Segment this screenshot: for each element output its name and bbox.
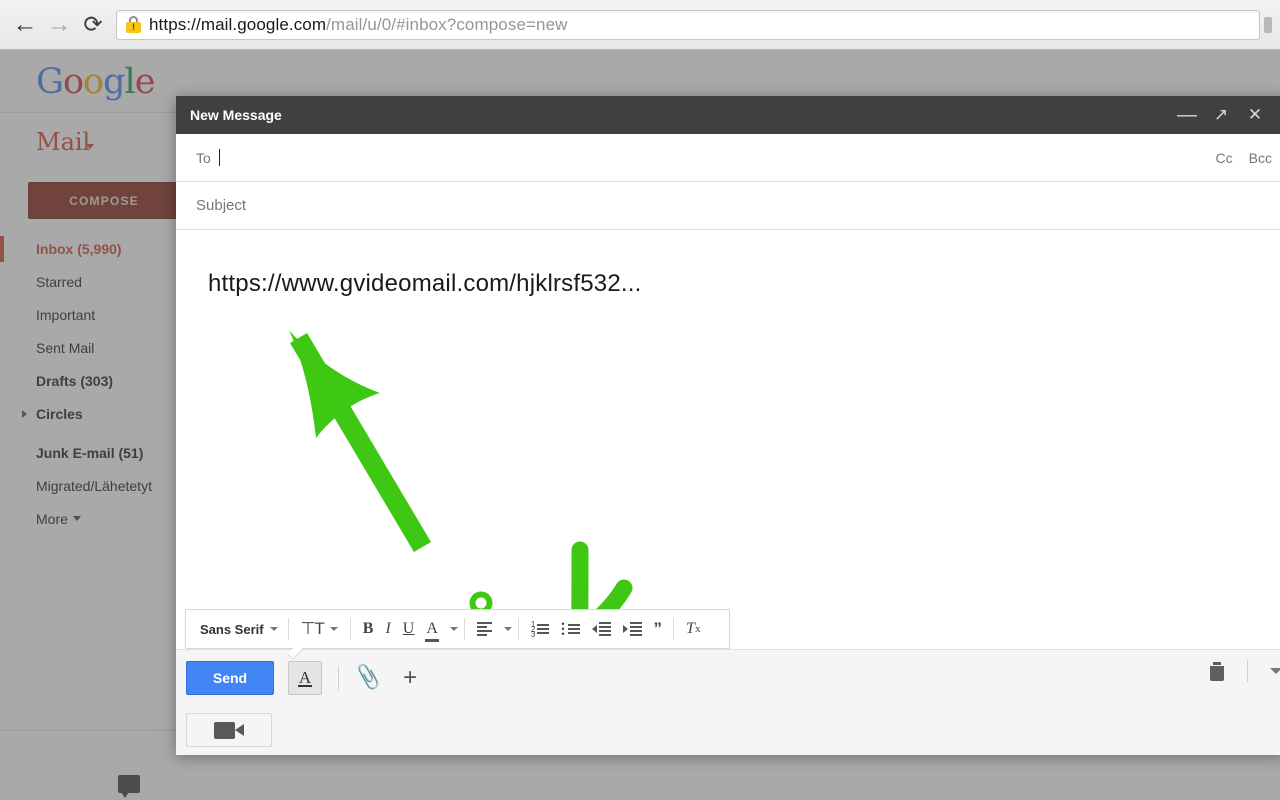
sidebar-item-label: Starred bbox=[36, 273, 82, 290]
divider bbox=[673, 618, 675, 640]
bulleted-list-icon[interactable]: • • • bbox=[555, 615, 585, 643]
body-link-text: https://www.gvideomail.com/hjklrsf532... bbox=[208, 270, 642, 297]
url-scheme: https:// bbox=[149, 14, 201, 34]
divider bbox=[463, 618, 465, 640]
warning-lock-icon: ! bbox=[125, 15, 142, 34]
chevron-down-icon bbox=[269, 627, 278, 631]
video-row bbox=[176, 706, 1280, 754]
chevron-down-icon[interactable] bbox=[86, 144, 94, 149]
cc-button[interactable]: Cc bbox=[1216, 150, 1233, 166]
google-logo[interactable]: Google bbox=[36, 62, 155, 102]
chevron-down-icon[interactable] bbox=[1270, 668, 1280, 674]
sidebar-item-label: Circles bbox=[36, 405, 83, 422]
sidebar-item-label: Sent Mail bbox=[36, 339, 95, 356]
text-color-button[interactable]: A bbox=[420, 615, 444, 643]
sidebar-item-more[interactable]: More bbox=[0, 502, 190, 535]
message-body[interactable]: https://www.gvideomail.com/hjklrsf532... bbox=[176, 230, 1280, 610]
divider bbox=[287, 618, 289, 640]
toolbar-edge-nub bbox=[1264, 16, 1272, 33]
formatting-toolbar: Sans Serif ⊤T B I U A 123 • • • ” T x bbox=[185, 609, 730, 649]
screenshot-root: ← → ⟳ ! https://mail.google.com/mail/u/0… bbox=[0, 0, 1280, 800]
divider bbox=[1247, 660, 1248, 682]
compose-header[interactable]: New Message — ↗ ✕ bbox=[176, 96, 1280, 134]
text-size-icon[interactable]: ⊤T bbox=[295, 615, 344, 643]
underline-button[interactable]: U bbox=[397, 615, 421, 643]
italic-button[interactable]: I bbox=[379, 615, 396, 643]
link-word bbox=[469, 541, 633, 610]
mail-dropdown-label[interactable]: Mail bbox=[36, 128, 90, 156]
divider bbox=[517, 618, 519, 640]
chevron-down-icon bbox=[329, 627, 338, 631]
sidebar-item-migrated[interactable]: Migrated/Lähetetyt bbox=[0, 469, 190, 502]
send-row: Send A 📎 + bbox=[176, 650, 1280, 706]
plus-icon[interactable]: + bbox=[403, 664, 417, 692]
sidebar-item-label: More bbox=[36, 510, 68, 527]
formatting-options-icon[interactable]: A bbox=[288, 661, 322, 695]
address-bar-url: https://mail.google.com/mail/u/0/#inbox?… bbox=[149, 15, 568, 35]
sidebar-item-label: Drafts (303) bbox=[36, 372, 114, 389]
to-label: To bbox=[196, 149, 211, 166]
address-bar[interactable]: ! https://mail.google.com/mail/u/0/#inbo… bbox=[116, 9, 1260, 40]
chevron-down-icon[interactable] bbox=[503, 627, 512, 631]
sidebar-item-sent-mail[interactable]: Sent Mail bbox=[0, 331, 190, 364]
subject-placeholder: Subject bbox=[196, 197, 247, 214]
url-domain: mail.google.com bbox=[200, 14, 327, 34]
sidebar-item-drafts[interactable]: Drafts (303) bbox=[0, 364, 190, 397]
forward-arrow-icon[interactable]: → bbox=[42, 8, 76, 42]
close-icon[interactable]: ✕ bbox=[1238, 98, 1272, 132]
sidebar-nav: Inbox (5,990) Starred Important Sent Mai… bbox=[0, 232, 190, 535]
chevron-down-icon bbox=[72, 516, 81, 521]
sidebar-item-label: Migrated/Lähetetyt bbox=[36, 477, 152, 494]
expand-triangle-icon[interactable] bbox=[22, 409, 27, 418]
to-field-row[interactable]: To Cc Bcc bbox=[176, 134, 1280, 182]
sidebar-item-label: Inbox (5,990) bbox=[36, 240, 122, 257]
minimize-icon[interactable]: — bbox=[1170, 98, 1204, 132]
green-arrow-icon bbox=[289, 330, 431, 552]
send-button[interactable]: Send bbox=[186, 661, 274, 695]
sidebar-item-label: Important bbox=[36, 306, 96, 323]
divider bbox=[338, 666, 339, 690]
remove-formatting-icon[interactable]: Tx bbox=[680, 615, 706, 643]
indent-decrease-icon[interactable] bbox=[586, 615, 617, 643]
compose-action-bar: Send A 📎 + bbox=[176, 649, 1280, 755]
bold-button[interactable]: B bbox=[357, 615, 380, 643]
sidebar-item-starred[interactable]: Starred bbox=[0, 265, 190, 298]
sidebar-item-circles[interactable]: Circles bbox=[0, 397, 190, 430]
video-camera-icon bbox=[214, 721, 244, 739]
popout-arrow-icon[interactable]: ↗ bbox=[1204, 98, 1238, 132]
divider bbox=[349, 618, 351, 640]
compose-window: New Message — ↗ ✕ To Cc Bcc Subject http… bbox=[176, 96, 1280, 755]
numbered-list-icon[interactable]: 123 bbox=[525, 615, 555, 643]
trash-icon[interactable] bbox=[1209, 661, 1225, 681]
sidebar-item-label: Junk E-mail (51) bbox=[36, 444, 144, 461]
align-left-icon[interactable] bbox=[471, 615, 498, 643]
blockquote-button[interactable]: ” bbox=[648, 615, 668, 643]
bcc-button[interactable]: Bcc bbox=[1249, 150, 1272, 166]
subject-field-row[interactable]: Subject bbox=[176, 182, 1280, 230]
compose-title: New Message bbox=[190, 107, 282, 123]
reload-icon[interactable]: ⟳ bbox=[76, 8, 110, 42]
hangouts-chat-icon[interactable] bbox=[118, 775, 140, 798]
font-family-select[interactable]: Sans Serif bbox=[194, 615, 282, 643]
sidebar-item-inbox[interactable]: Inbox (5,990) bbox=[0, 232, 190, 265]
attach-file-icon[interactable]: 📎 bbox=[353, 664, 383, 693]
indent-increase-icon[interactable] bbox=[617, 615, 648, 643]
compose-button[interactable]: COMPOSE bbox=[28, 182, 180, 219]
sidebar-item-important[interactable]: Important bbox=[0, 298, 190, 331]
video-camera-button[interactable] bbox=[186, 713, 272, 747]
back-arrow-icon[interactable]: ← bbox=[8, 8, 42, 42]
url-path: /mail/u/0/#inbox?compose=new bbox=[326, 14, 568, 34]
browser-toolbar: ← → ⟳ ! https://mail.google.com/mail/u/0… bbox=[0, 0, 1280, 50]
send-row-right bbox=[1209, 660, 1280, 682]
sidebar-item-junk-email[interactable]: Junk E-mail (51) bbox=[0, 436, 190, 469]
chevron-down-icon[interactable] bbox=[449, 627, 458, 631]
text-cursor bbox=[218, 149, 220, 166]
